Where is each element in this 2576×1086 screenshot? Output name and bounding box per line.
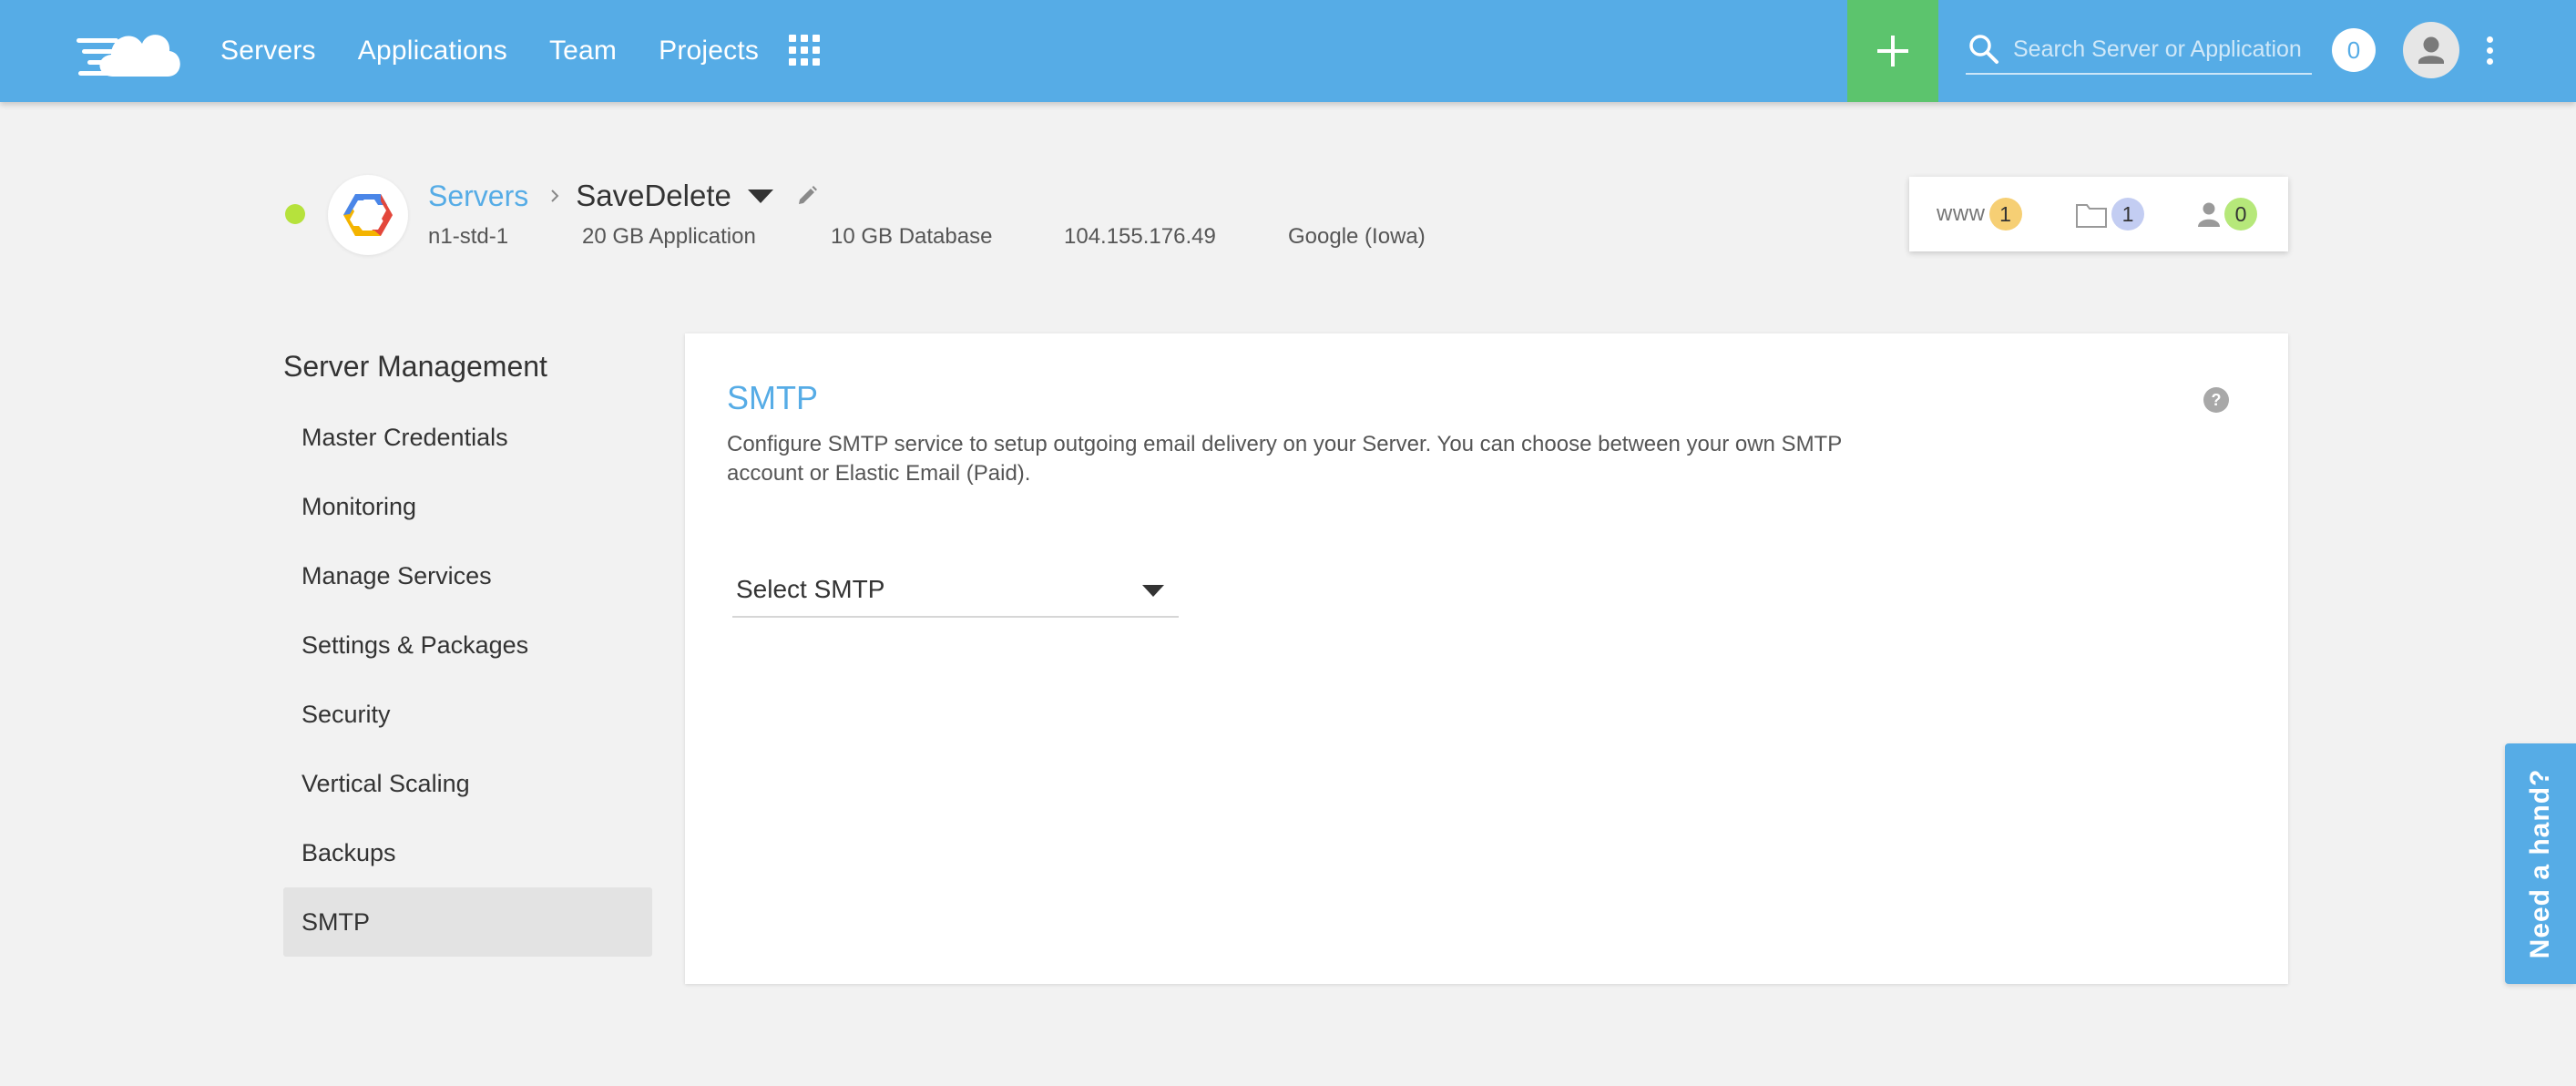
folder-icon: [2076, 204, 2107, 228]
server-meta: n1-std-1 20 GB Application 10 GB Databas…: [428, 224, 1426, 250]
sidebar-item-settings-packages[interactable]: Settings & Packages: [283, 610, 652, 680]
user-icon: [2418, 36, 2444, 64]
stat-www[interactable]: www 1: [1937, 198, 2022, 231]
server-stats-card: www 1 1 0: [1909, 177, 2288, 251]
help-icon[interactable]: ?: [2203, 386, 2230, 414]
smtp-select[interactable]: Select SMTP: [732, 563, 1179, 618]
sidebar-item-manage-services[interactable]: Manage Services: [283, 541, 652, 610]
caret-down-icon[interactable]: [747, 188, 773, 204]
server-app-storage: 20 GB Application: [582, 224, 756, 249]
breadcrumb-servers-link[interactable]: Servers: [428, 179, 528, 213]
server-size: n1-std-1: [428, 224, 509, 249]
sidebar-item-master-credentials[interactable]: Master Credentials: [283, 403, 652, 472]
add-button[interactable]: [1847, 0, 1938, 102]
edit-pencil-icon[interactable]: [795, 184, 819, 208]
stat-users[interactable]: 0: [2195, 198, 2257, 231]
search-icon: [1969, 35, 1998, 64]
sidebar-menu: Master Credentials Monitoring Manage Ser…: [283, 403, 652, 957]
sidebar-item-monitoring[interactable]: Monitoring: [283, 472, 652, 541]
need-a-hand-label: Need a hand?: [2525, 768, 2555, 959]
main-nav: Servers Applications Team Projects: [220, 0, 801, 102]
smtp-panel: SMTP ? Configure SMTP service to setup o…: [685, 333, 2288, 984]
sidebar-item-smtp[interactable]: SMTP: [283, 887, 652, 957]
server-location: Google (Iowa): [1288, 224, 1426, 249]
files-count: 1: [2111, 198, 2144, 231]
user-icon: [2198, 202, 2220, 227]
google-cloud-icon: [343, 194, 393, 236]
apps-grid-icon[interactable]: [789, 35, 820, 66]
top-navbar: Servers Applications Team Projects 0: [0, 0, 2576, 102]
cloudways-logo-icon[interactable]: [77, 20, 186, 80]
server-ip: 104.155.176.49: [1064, 224, 1216, 249]
server-db-storage: 10 GB Database: [831, 224, 993, 249]
svg-text:?: ?: [2212, 391, 2222, 409]
chevron-right-icon: [551, 190, 559, 202]
caret-down-icon: [1142, 585, 1164, 597]
users-count: 0: [2224, 198, 2257, 231]
nav-servers[interactable]: Servers: [220, 36, 316, 67]
server-name[interactable]: SaveDelete: [576, 179, 731, 213]
google-cloud-logo: [328, 175, 408, 255]
panel-description: Configure SMTP service to setup outgoing…: [727, 432, 1842, 486]
www-icon: www: [1937, 201, 1986, 226]
more-menu-icon[interactable]: [2479, 35, 2499, 67]
panel-title: SMTP: [727, 379, 819, 416]
breadcrumb: Servers SaveDelete: [428, 173, 819, 219]
notification-count[interactable]: 0: [2332, 28, 2376, 72]
search-input[interactable]: [2013, 36, 2305, 63]
stat-files[interactable]: 1: [2075, 198, 2144, 231]
sidebar-title: Server Management: [283, 350, 547, 383]
www-count: 1: [1988, 198, 2022, 231]
search-box: [1966, 26, 2312, 75]
nav-team[interactable]: Team: [549, 36, 617, 67]
server-status-indicator: [285, 204, 305, 224]
smtp-select-label: Select SMTP: [736, 575, 885, 603]
sidebar-item-backups[interactable]: Backups: [283, 818, 652, 887]
sidebar-item-security[interactable]: Security: [283, 680, 652, 749]
sidebar-item-vertical-scaling[interactable]: Vertical Scaling: [283, 749, 652, 818]
nav-applications[interactable]: Applications: [358, 36, 507, 67]
user-avatar[interactable]: [2403, 22, 2459, 78]
nav-projects[interactable]: Projects: [659, 36, 759, 67]
need-a-hand-tab[interactable]: Need a hand?: [2505, 743, 2576, 984]
